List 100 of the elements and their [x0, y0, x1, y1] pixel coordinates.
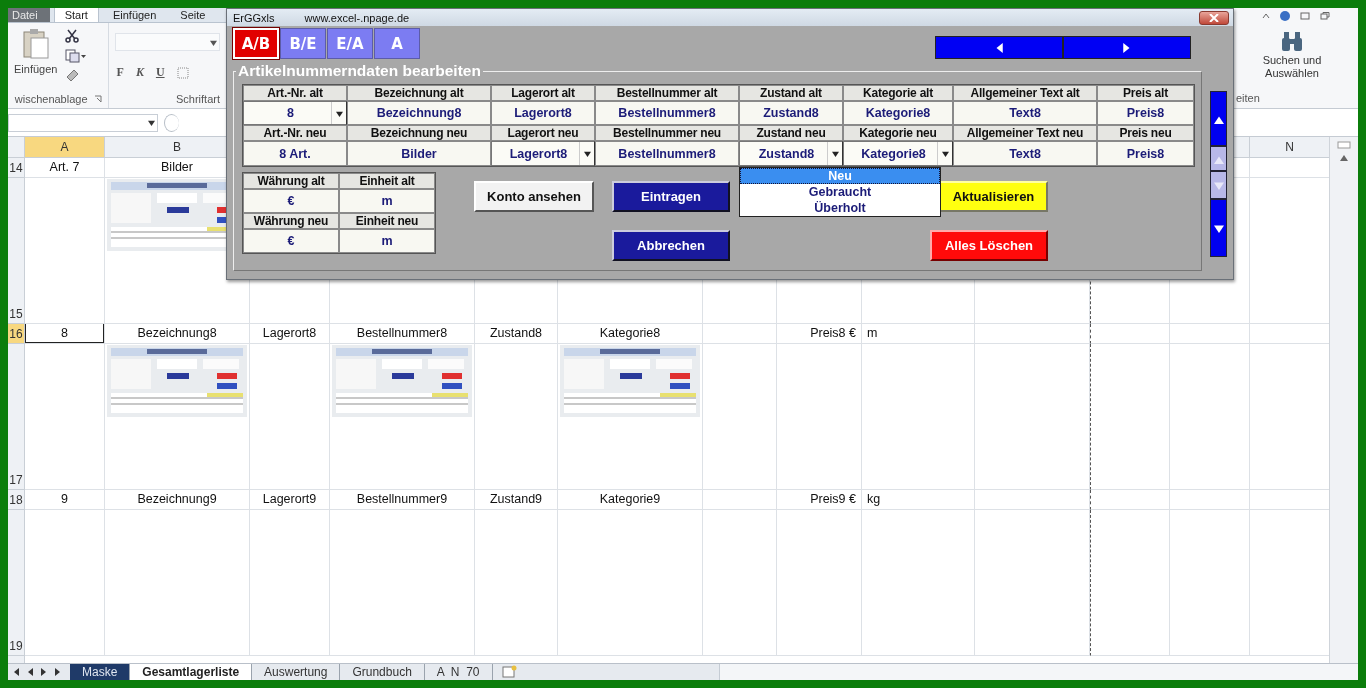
text-field[interactable]: Text8	[953, 101, 1097, 125]
cell-text: Bezeichnung9	[136, 492, 218, 506]
field-label: Zustand neu	[739, 125, 843, 141]
combo-box[interactable]: Lagerort8	[491, 141, 595, 166]
left-arrow-icon	[994, 42, 1004, 53]
text-field[interactable]: 8 Art.	[243, 141, 347, 166]
form-button[interactable]: Abbrechen	[612, 230, 730, 261]
down-arrow-icon	[1213, 223, 1224, 233]
brush-icon[interactable]	[65, 69, 80, 83]
form-button[interactable]: Konto ansehen	[474, 181, 594, 212]
format-button[interactable]: U	[155, 65, 165, 80]
text-field[interactable]: Preis8	[1097, 141, 1194, 166]
last-sheet-icon	[54, 668, 62, 676]
row-header[interactable]: 19	[8, 510, 25, 656]
website-url: www.excel-.npage.de	[304, 11, 410, 24]
field-label: Einheit alt	[339, 173, 435, 189]
copy-icon[interactable]	[65, 49, 88, 63]
launcher-icon[interactable]	[93, 95, 102, 103]
row-header[interactable]: 15	[8, 178, 25, 324]
scroll-down-button[interactable]	[1210, 171, 1227, 199]
field-label: Lagerort neu	[491, 125, 595, 141]
paste-label[interactable]: Einfügen	[14, 63, 58, 75]
close-button[interactable]	[1199, 10, 1229, 25]
sheet-tab[interactable]: Maske	[70, 664, 131, 680]
help-icon[interactable]	[1280, 11, 1290, 21]
text-field[interactable]: Kategorie8	[843, 101, 953, 125]
field-label: Währung alt	[243, 173, 339, 189]
format-button[interactable]: F	[116, 65, 124, 80]
find-select-button[interactable]: Suchen und Auswählen	[1252, 30, 1332, 80]
column-header[interactable]: N	[1250, 137, 1329, 158]
column-header[interactable]: A	[25, 137, 105, 158]
window-title: ErGGxls	[233, 11, 275, 24]
field-label: Zustand alt	[739, 85, 843, 101]
close-icon	[1209, 13, 1219, 22]
cell-text: Preis8 €	[809, 326, 857, 340]
caret-icon	[210, 38, 217, 46]
scroll-up-button[interactable]	[1210, 146, 1227, 171]
text-field[interactable]: Bezeichnung8	[347, 101, 491, 125]
cell-text: Bilder	[160, 160, 194, 174]
restore-icon[interactable]	[1320, 12, 1330, 20]
text-field[interactable]: Lagerort8	[491, 101, 595, 125]
field-label: Kategorie neu	[843, 125, 953, 141]
text-field[interactable]: Preis8	[1097, 101, 1194, 125]
first-sheet-icon	[12, 668, 20, 676]
cell-text: 9	[60, 492, 69, 506]
ribbon-tab[interactable]: Start	[53, 8, 99, 22]
vertical-scrollbar[interactable]	[1329, 137, 1358, 663]
sheet-tab[interactable]: A N 70	[424, 664, 493, 680]
caret-up-icon[interactable]	[1262, 13, 1270, 19]
previous-button[interactable]	[935, 36, 1063, 59]
cell-text: kg	[866, 492, 882, 506]
ribbon-tab[interactable]: Seite	[170, 8, 216, 22]
sheet-tab[interactable]: Grundbuch	[340, 664, 425, 680]
row-header[interactable]: 14	[8, 158, 25, 178]
text-field[interactable]: €	[243, 189, 339, 213]
scroll-up-button[interactable]	[1210, 91, 1227, 146]
scroll-down-button[interactable]	[1210, 199, 1227, 257]
down-arrow-icon	[1213, 180, 1224, 190]
form-button[interactable]: Alles Löschen	[930, 230, 1048, 261]
row-header[interactable]: 17	[8, 344, 25, 490]
row-header[interactable]: 18	[8, 490, 25, 510]
ribbon-tab[interactable]: Einfügen	[102, 8, 167, 22]
caret-icon	[583, 150, 591, 157]
cell-text: Bestellnummer8	[355, 326, 449, 340]
next-button[interactable]	[1063, 36, 1191, 59]
text-field[interactable]: Bilder	[347, 141, 491, 166]
sheet-tab[interactable]: Gesamtlagerliste	[130, 664, 253, 680]
sheet-tab[interactable]: Auswertung	[252, 664, 341, 680]
form-button[interactable]: Aktualisieren	[939, 181, 1048, 212]
combo-box[interactable]: 8	[243, 101, 347, 125]
clipboard-icon[interactable]	[22, 29, 49, 59]
right-arrow-icon	[1122, 42, 1132, 53]
cell-text: m	[866, 326, 879, 340]
scissors-icon[interactable]	[65, 29, 80, 43]
border-icon[interactable]	[176, 66, 189, 79]
horizontal-scrollbar[interactable]	[718, 664, 1358, 680]
text-field[interactable]: Bestellnummer8	[595, 141, 739, 166]
text-field[interactable]: Text8	[953, 141, 1097, 166]
form-tab[interactable]: A/B	[233, 28, 279, 59]
format-button[interactable]: K	[135, 65, 144, 80]
combo-box[interactable]: Kategorie8	[843, 141, 953, 166]
split-icon[interactable]	[1337, 141, 1351, 149]
text-field[interactable]: m	[339, 189, 435, 213]
form-button[interactable]: Eintragen	[612, 181, 730, 212]
text-field[interactable]: m	[339, 229, 435, 253]
previous-sheet-icon	[26, 668, 34, 676]
row-header[interactable]: 16	[8, 324, 25, 344]
combo-box[interactable]: Zustand8	[739, 141, 843, 166]
text-field[interactable]: Zustand8	[739, 101, 843, 125]
binoculars-icon	[1280, 30, 1304, 52]
minimize-icon[interactable]	[1300, 12, 1310, 20]
scroll-up-icon	[1340, 153, 1348, 161]
cell-text: Kategorie8	[598, 326, 662, 340]
field-label: Art.-Nr. alt	[243, 85, 347, 101]
cell-text: Bestellnummer9	[355, 492, 449, 506]
field-label: Preis neu	[1097, 125, 1194, 141]
text-field[interactable]: €	[243, 229, 339, 253]
text-field[interactable]: Bestellnummer8	[595, 101, 739, 125]
field-label: Bestellnummer alt	[595, 85, 739, 101]
ribbon-tab[interactable]: Datei	[8, 8, 50, 22]
